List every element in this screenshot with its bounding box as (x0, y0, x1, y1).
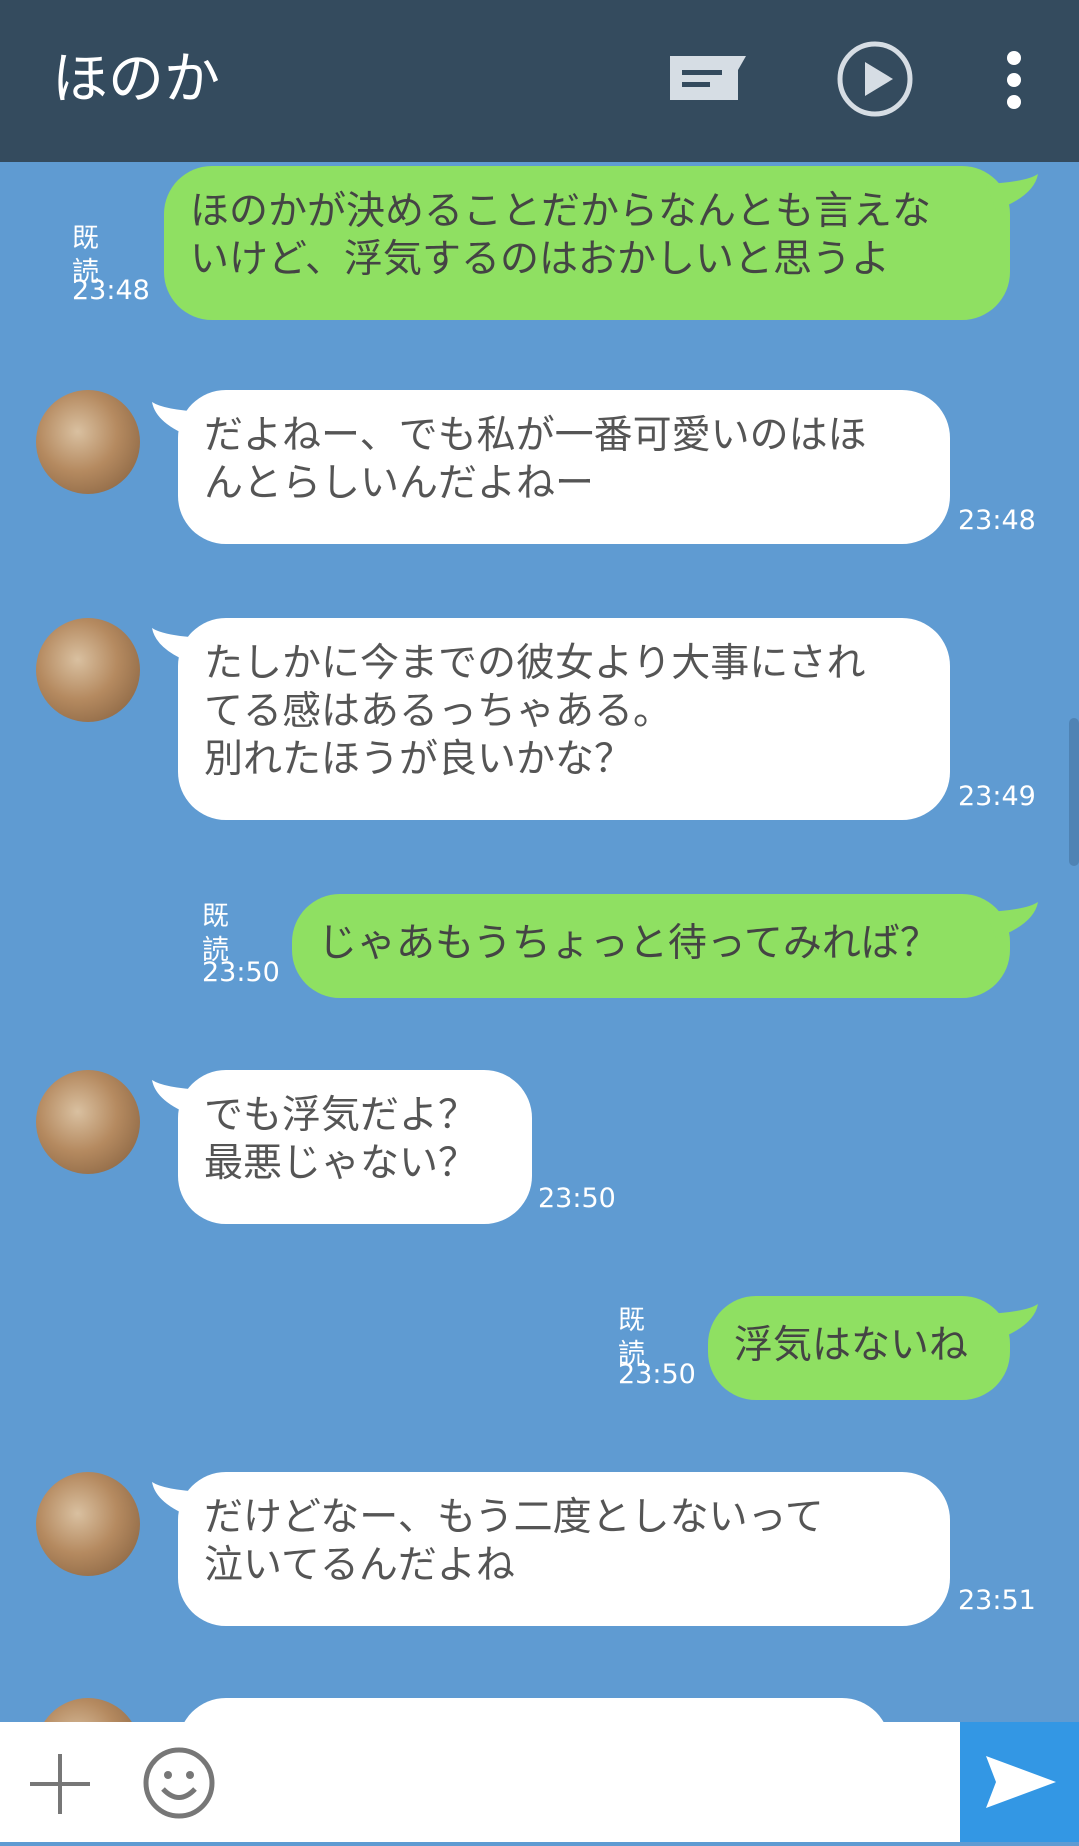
avatar[interactable] (36, 390, 140, 494)
bubble-tail-icon (986, 1304, 1038, 1340)
scrollbar[interactable] (1069, 718, 1079, 866)
avatar[interactable] (36, 1070, 140, 1174)
avatar[interactable] (36, 1698, 140, 1722)
bubble-tail-icon (986, 174, 1038, 210)
bubble-tail-icon (986, 902, 1038, 938)
message-time: 23:49 (958, 781, 1036, 812)
contact-name[interactable]: ほのか (52, 40, 220, 120)
message-bubble[interactable]: ほのかが決めることだからなんとも言えな いけど、浮気するのはおかしいと思うよ (164, 166, 1010, 320)
message-time: 23:50 (202, 957, 280, 988)
message-time: 23:48 (72, 275, 150, 306)
message-time: 23:50 (618, 1359, 696, 1390)
message-bubble[interactable]: じゃあもうちょっと待ってみれば？ (292, 894, 1010, 998)
message-composer (0, 1722, 1079, 1842)
message-bubble[interactable] (178, 1698, 890, 1722)
play-icon[interactable] (836, 40, 914, 118)
message-bubble[interactable]: たしかに今までの彼女より大事にされ てる感はあるっちゃある。 別れたほうが良いか… (178, 618, 950, 820)
send-icon (986, 1756, 1056, 1808)
message-time: 23:50 (538, 1183, 616, 1214)
send-button[interactable] (960, 1722, 1079, 1842)
message-list[interactable]: 既読 23:48 ほのかが決めることだからなんとも言えな いけど、浮気するのはお… (0, 162, 1079, 1722)
more-vertical-icon[interactable] (1000, 50, 1028, 110)
message-bubble[interactable]: だよねー、でも私が一番可愛いのはほ んとらしいんだよねー (178, 390, 950, 544)
message-time: 23:51 (958, 1585, 1036, 1616)
message-bubble[interactable]: でも浮気だよ？ 最悪じゃない？ (178, 1070, 532, 1224)
chat-header: ほのか (0, 0, 1079, 162)
plus-icon[interactable] (28, 1752, 92, 1816)
emoji-icon[interactable] (142, 1746, 216, 1820)
message-time: 23:48 (958, 505, 1036, 536)
chat-icon[interactable] (668, 52, 748, 104)
message-bubble[interactable]: 浮気はないね (708, 1296, 1010, 1400)
message-bubble[interactable]: だけどなー、もう二度としないって 泣いてるんだよね (178, 1472, 950, 1626)
avatar[interactable] (36, 618, 140, 722)
avatar[interactable] (36, 1472, 140, 1576)
